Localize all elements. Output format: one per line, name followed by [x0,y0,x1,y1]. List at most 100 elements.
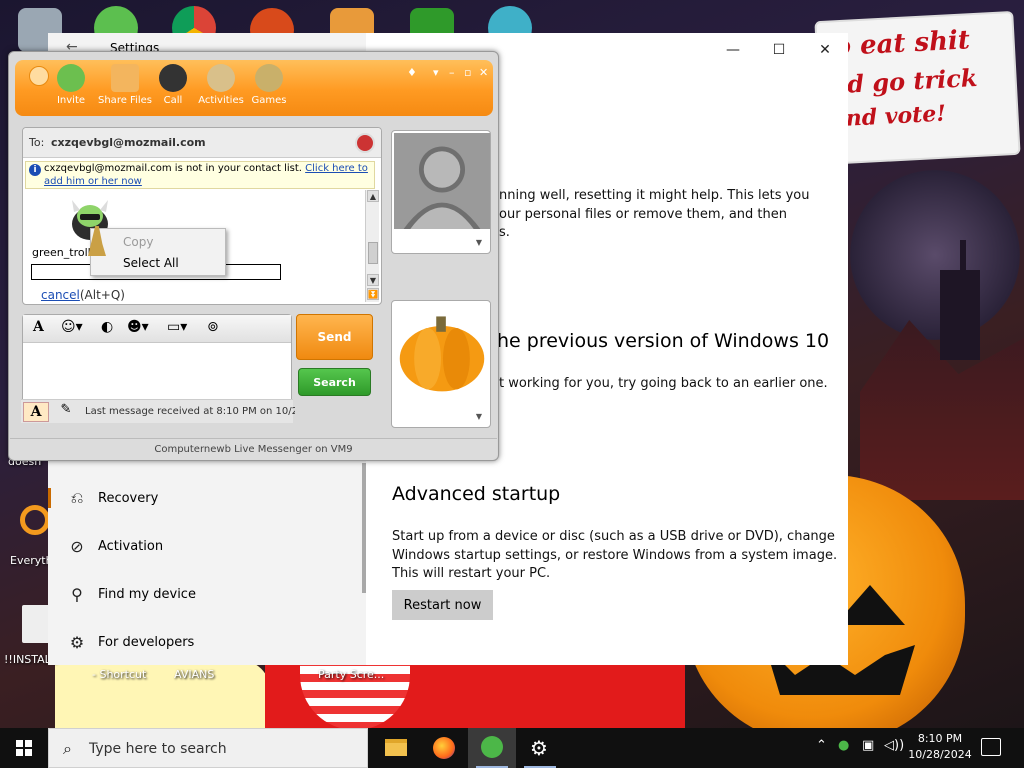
minimize-icon[interactable]: – [449,66,455,79]
reset-pc-description-3: s. [499,225,510,240]
reset-pc-description-1: nning well, resetting it might help. Thi… [499,188,810,203]
emoticon-icon[interactable]: ☺▾ [61,319,83,335]
share-files-button[interactable]: Share Files [95,64,155,112]
sidebar-item-recovery[interactable]: ⎌ Recovery [48,478,366,518]
maximize-button[interactable]: ☐ [756,37,802,63]
invite-button[interactable]: Invite [45,64,97,112]
reset-pc-description-2: our personal files or remove them, and t… [499,207,787,222]
messenger-taskbar-button[interactable] [468,728,516,768]
scroll-down-arrow-icon[interactable]: ▼ [367,274,379,286]
expand-arrow-icon[interactable]: ⏬ [367,288,379,300]
wallpaper-moon [850,170,1020,340]
taskbar-search[interactable]: ⌕ Type here to search [48,728,368,768]
volume-icon[interactable]: ◁)) [884,738,904,753]
paint-bucket-icon[interactable]: ♦ [407,66,417,79]
block-contact-icon[interactable] [355,133,375,153]
firefox-icon [433,737,455,759]
advanced-startup-description-1: Start up from a device or disc (such as … [392,529,835,544]
pumpkin-avatar-icon [394,303,490,399]
background-icon[interactable]: ▭▾ [167,319,187,335]
wallpaper-tower [940,270,980,360]
desktop-icon-label[interactable]: Everyth [10,554,53,567]
messenger-tray-icon[interactable]: ● [838,738,849,753]
games-icon [255,64,283,92]
maximize-icon[interactable]: ▫ [464,66,471,79]
sidebar-item-label: For developers [98,634,195,650]
recipient-address: cxzqevbgl@mozmail.com [51,136,206,149]
desktop-icon-label[interactable]: Party Scre... [318,668,384,681]
scroll-thumb[interactable] [368,242,378,264]
contact-display-picture[interactable]: ▼ [391,130,491,254]
nudge-icon[interactable]: ⊚ [207,319,219,335]
clock-time: 8:10 PM [917,732,963,745]
font-icon[interactable]: A [33,319,44,335]
advanced-startup-description-2: Windows startup settings, or restore Win… [392,548,838,563]
toolbar-label: Share Files [98,95,152,106]
sidebar-item-activation[interactable]: ⊘ Activation [48,526,366,566]
history-scrollbar[interactable]: ▲ ▼ ⏬ [365,190,379,302]
start-button[interactable] [0,728,48,768]
everything-icon[interactable] [20,505,50,535]
activities-icon [207,64,235,92]
file-explorer-taskbar-button[interactable] [372,728,420,768]
call-button[interactable]: Call [147,64,199,112]
chevron-down-icon[interactable]: ▾ [433,66,439,79]
invite-people-icon [57,64,85,92]
desktop-icon-label[interactable]: - Shortcut [92,668,146,681]
cancel-link-text[interactable]: cancel [41,288,80,302]
sender-name: green_troll [32,246,91,259]
desktop-icon-label[interactable]: AVIANS [174,668,214,681]
advanced-startup-description-3: This will restart your PC. [392,566,551,581]
font-style-button[interactable]: A [23,402,49,422]
taskbar: ⌕ Type here to search ⚙ ⌃ ● ▣ ◁)) 8:10 P… [0,728,1024,768]
settings-taskbar-button[interactable]: ⚙ [516,728,564,768]
scroll-up-arrow-icon[interactable]: ▲ [367,190,379,202]
minimize-button[interactable]: — [710,37,756,63]
conversation-history: To: cxzqevbgl@mozmail.com i cxzqevbgl@mo… [22,127,382,305]
voice-clip-icon[interactable]: ◐ [101,319,113,335]
person-pin-icon: ⚲ [71,584,83,604]
document-icon[interactable] [22,605,50,643]
context-menu-copy: Copy [123,235,154,249]
advanced-startup-heading: Advanced startup [392,483,561,505]
chevron-down-icon[interactable]: ▼ [476,412,482,421]
context-menu-select-all[interactable]: Select All [123,256,179,270]
wallpaper-text-1: o eat shit [832,25,971,63]
close-button[interactable]: ✕ [802,37,848,63]
close-icon[interactable]: ✕ [479,66,488,79]
compose-footer: A ✎ Last message received at 8:10 PM on … [21,399,295,423]
taskbar-clock[interactable]: 8:10 PM 10/28/2024 [905,731,975,763]
send-button[interactable]: Send [296,314,373,360]
toolbar-label: Call [163,95,183,106]
messenger-icon [481,736,503,758]
cancel-shortcut: (Alt+Q) [79,288,125,302]
restart-now-button[interactable]: Restart now [392,590,493,620]
toolbar-label: Invite [56,95,86,106]
sidebar-item-find-my-device[interactable]: ⚲ Find my device [48,574,366,614]
wink-icon[interactable]: ☻▾ [127,319,149,335]
sidebar-item-for-developers[interactable]: ⚙ For developers [48,622,366,662]
firefox-taskbar-button[interactable] [420,728,468,768]
wallpaper-yellow-shape [55,660,270,730]
wallpaper-text-3: and vote! [830,100,947,133]
chevron-up-icon[interactable]: ⌃ [816,738,827,753]
last-message-status: Last message received at 8:10 PM on 10/2… [85,406,295,417]
notification-center-icon[interactable] [981,738,1001,756]
windows-logo-icon [16,740,32,756]
search-button[interactable]: Search [298,368,371,396]
network-icon[interactable]: ▣ [862,738,874,753]
sidebar-item-label: Activation [98,538,164,554]
cancel-link[interactable]: cancel(Alt+Q) [41,288,125,302]
handwriting-pen-icon[interactable]: ✎ [53,402,79,422]
notice-text: cxzqevbgl@mozmail.com is not in your con… [44,163,302,174]
wallpaper-spire [960,240,966,280]
messenger-toolbar: Invite Share Files Call Activities Games… [15,60,493,116]
search-placeholder: Type here to search [89,741,227,757]
chevron-down-icon[interactable]: ▼ [476,238,482,247]
games-button[interactable]: Games [243,64,295,112]
activities-button[interactable]: Activities [193,64,249,112]
go-back-heading: he previous version of Windows 10 [497,330,830,352]
folder-icon [111,64,139,92]
my-display-picture[interactable]: ▼ [391,300,491,428]
activation-check-icon: ⊘ [70,536,84,556]
